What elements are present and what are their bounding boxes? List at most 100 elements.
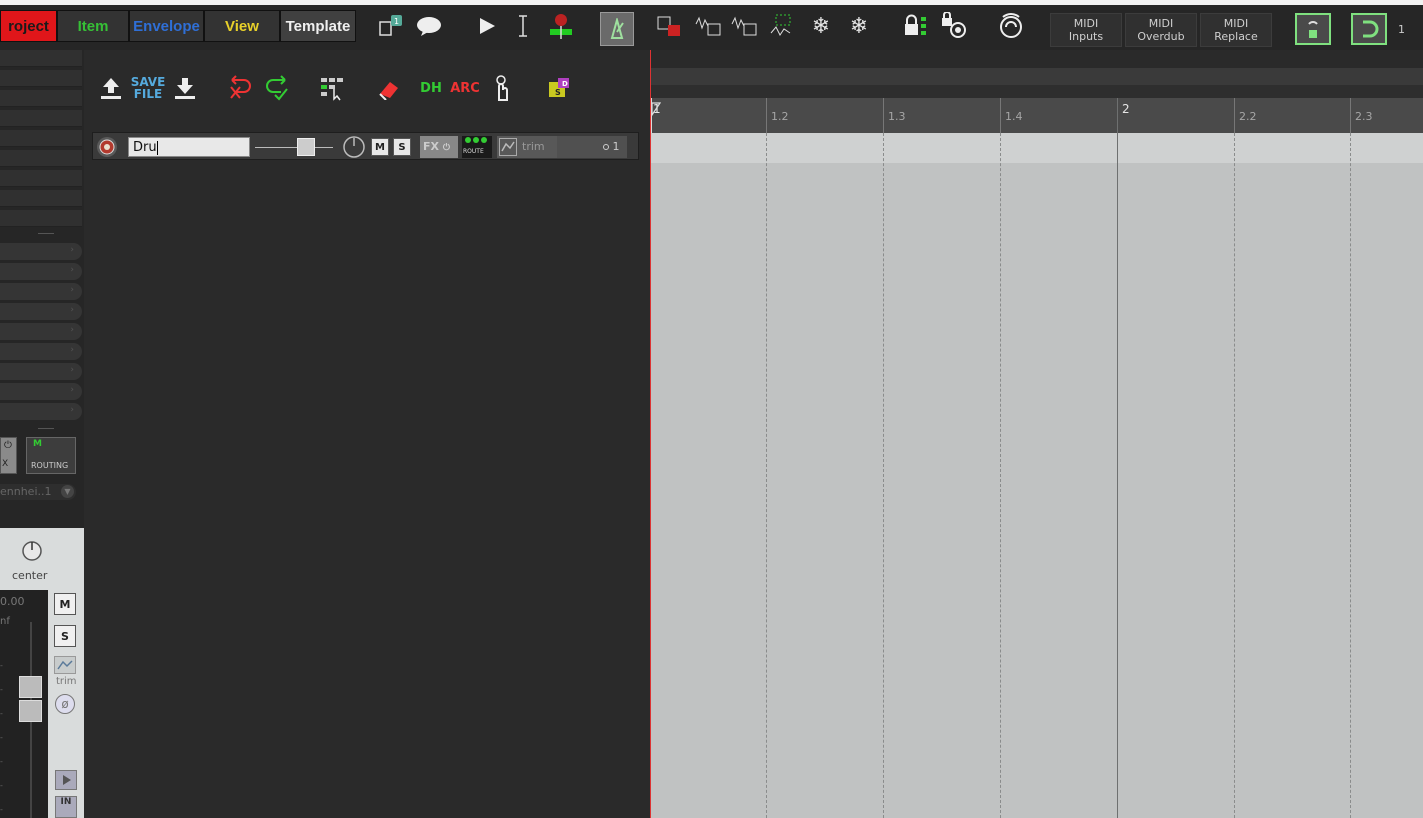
glue-green-icon[interactable] bbox=[768, 11, 798, 41]
track-spacer bbox=[557, 136, 599, 158]
item-glue-icon[interactable] bbox=[656, 11, 686, 41]
solo-button[interactable]: S bbox=[54, 625, 76, 647]
freeze-icon[interactable]: ❄ bbox=[806, 11, 836, 41]
play-monitor-icon[interactable] bbox=[55, 770, 77, 790]
divider bbox=[38, 233, 54, 234]
dh-button[interactable]: DH bbox=[412, 68, 450, 108]
loop-start-marker-icon[interactable] bbox=[651, 101, 662, 120]
record-arm-icon[interactable] bbox=[96, 136, 118, 158]
routing-button[interactable]: M ROUTING bbox=[26, 437, 76, 474]
arrange-view[interactable]: 1 1.2 1.3 1.4 2 2.2 2.3 bbox=[650, 50, 1423, 818]
sidebar-slot[interactable] bbox=[0, 70, 82, 87]
download-icon[interactable] bbox=[166, 68, 204, 108]
waveform-copy-icon[interactable] bbox=[730, 11, 760, 41]
sidebar-slot[interactable] bbox=[0, 190, 82, 207]
routing-label: ROUTING bbox=[31, 461, 69, 470]
midi-replace-button[interactable]: MIDI Replace bbox=[1200, 13, 1272, 47]
fader-knob[interactable] bbox=[19, 676, 42, 698]
fx-slot[interactable]: › bbox=[0, 323, 82, 340]
timeline-ruler[interactable]: 1 1.2 1.3 1.4 2 2.2 2.3 bbox=[651, 98, 1423, 133]
fx-label: X bbox=[2, 459, 9, 469]
ruler-label: 2.3 bbox=[1355, 110, 1373, 123]
unfreeze-icon[interactable]: ❄ bbox=[844, 11, 874, 41]
lock-icon[interactable] bbox=[902, 11, 932, 41]
metronome-icon[interactable] bbox=[600, 12, 634, 46]
plugin-selector[interactable]: ennhei..1 ▼ bbox=[0, 484, 76, 500]
mute-button[interactable]: M bbox=[54, 593, 76, 615]
gear-settings-icon[interactable] bbox=[996, 11, 1026, 41]
ruler-tick bbox=[1350, 98, 1351, 133]
menu-view-button[interactable]: View bbox=[204, 10, 280, 42]
fx-slot[interactable]: › bbox=[0, 263, 82, 280]
upload-icon[interactable] bbox=[92, 68, 130, 108]
envelope-icon[interactable] bbox=[54, 656, 76, 674]
scroll-strip[interactable] bbox=[651, 68, 1423, 85]
ruler-tick bbox=[766, 98, 767, 133]
envelope-icon bbox=[499, 138, 517, 156]
ruler-tick bbox=[1234, 98, 1235, 133]
trigger-toggle-icon[interactable] bbox=[1295, 13, 1331, 45]
phase-invert-icon[interactable]: ø bbox=[55, 694, 75, 714]
meter-scale: ------- bbox=[0, 661, 3, 814]
menu-template-button[interactable]: Template bbox=[280, 10, 356, 42]
volume-slider[interactable] bbox=[255, 137, 333, 157]
track-fx-button[interactable]: FX ⏻ bbox=[420, 136, 458, 158]
midi-overdub-button[interactable]: MIDI Overdub bbox=[1125, 13, 1197, 47]
slider-thumb[interactable] bbox=[297, 138, 315, 156]
trim-label: trim bbox=[56, 676, 77, 687]
volume-meter: 0.00 nf ------- bbox=[0, 590, 48, 818]
pan-knob-icon[interactable] bbox=[342, 135, 366, 163]
power-icon: ⏻ bbox=[4, 440, 12, 451]
lock-settings-icon[interactable] bbox=[938, 11, 968, 41]
fx-slot[interactable]: › bbox=[0, 283, 82, 300]
record-item-icon[interactable] bbox=[546, 11, 576, 41]
ruler-label: 1.2 bbox=[771, 110, 789, 123]
arrange-header bbox=[651, 50, 1423, 68]
track-name-input[interactable]: Dru bbox=[128, 137, 250, 157]
track-route-button[interactable]: ROUTE bbox=[462, 136, 492, 158]
track-row[interactable]: Dru M S FX ⏻ ROUTE trim 1 bbox=[92, 132, 639, 160]
sd-icon[interactable]: SD bbox=[540, 68, 578, 108]
fx-slot[interactable]: › bbox=[0, 243, 82, 260]
plugin-name: ennhei..1 bbox=[0, 485, 52, 498]
midi-inputs-button[interactable]: MIDI Inputs bbox=[1050, 13, 1122, 47]
sidebar-slot[interactable] bbox=[0, 50, 82, 67]
track-name-text: Dru bbox=[133, 140, 157, 155]
undo-icon[interactable] bbox=[221, 68, 259, 108]
play-icon[interactable] bbox=[472, 11, 502, 41]
track-trim-button[interactable]: trim bbox=[497, 136, 557, 158]
fx-slot[interactable]: › bbox=[0, 343, 82, 360]
menu-envelope-button[interactable]: Envelope bbox=[129, 10, 204, 42]
sidebar-slot[interactable] bbox=[0, 150, 82, 167]
ruler-label: 2.2 bbox=[1239, 110, 1257, 123]
fx-slot[interactable]: › bbox=[0, 303, 82, 320]
sidebar-slot[interactable] bbox=[0, 90, 82, 107]
pan-knob-icon[interactable] bbox=[21, 540, 43, 566]
fx-power-button[interactable]: ⏻ X bbox=[0, 437, 17, 474]
waveform-item-icon[interactable] bbox=[694, 11, 724, 41]
redo-icon[interactable] bbox=[258, 68, 296, 108]
track-mute-button[interactable]: M bbox=[371, 138, 389, 156]
input-monitor-button[interactable]: IN bbox=[55, 796, 77, 818]
menu-project-button[interactable]: roject bbox=[0, 10, 57, 42]
mixer-channel: center 0.00 nf ------- M S trim ø IN bbox=[0, 528, 84, 818]
fx-slot[interactable]: › bbox=[0, 363, 82, 380]
text-cursor-icon[interactable] bbox=[508, 11, 538, 41]
track-solo-button[interactable]: S bbox=[393, 138, 411, 156]
fx-slot[interactable]: › bbox=[0, 383, 82, 400]
fader-knob-secondary[interactable] bbox=[19, 700, 42, 722]
sidebar-slot[interactable] bbox=[0, 130, 82, 147]
eraser-icon[interactable] bbox=[371, 68, 409, 108]
sidebar-slot[interactable] bbox=[0, 170, 82, 187]
speech-bubble-icon[interactable] bbox=[414, 11, 444, 41]
menu-item-button[interactable]: Item bbox=[57, 10, 129, 42]
new-project-icon[interactable]: 1 bbox=[376, 11, 406, 41]
save-file-button[interactable]: SAVE FILE bbox=[129, 68, 167, 108]
sidebar-slot[interactable] bbox=[0, 210, 82, 227]
grid-cursor-icon[interactable] bbox=[313, 68, 351, 108]
loop-toggle-icon[interactable] bbox=[1351, 13, 1387, 45]
arc-button[interactable]: ARC bbox=[446, 68, 484, 108]
hand-pointer-icon[interactable] bbox=[483, 68, 521, 108]
fx-slot[interactable]: › bbox=[0, 403, 82, 420]
sidebar-slot[interactable] bbox=[0, 110, 82, 127]
